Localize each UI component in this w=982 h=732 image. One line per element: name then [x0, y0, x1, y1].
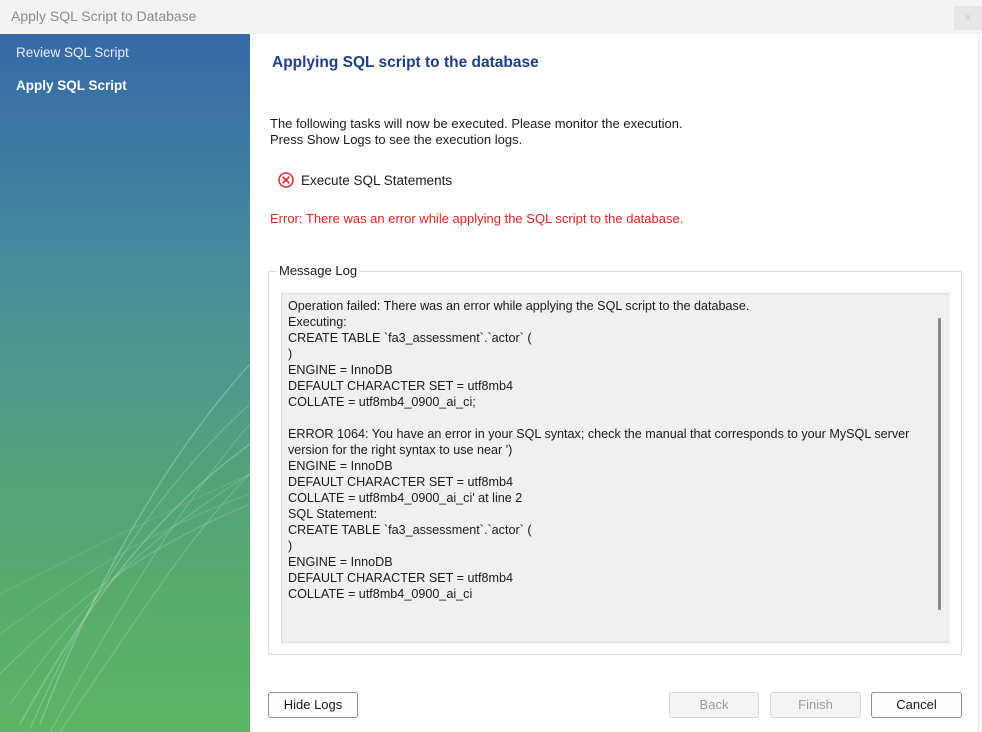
main-panel: Applying SQL script to the database The … — [250, 34, 978, 732]
window-title: Apply SQL Script to Database — [11, 8, 197, 24]
intro-text-line-2: Press Show Logs to see the execution log… — [270, 132, 523, 147]
message-log-legend: Message Log — [277, 263, 360, 278]
task-label: Execute SQL Statements — [301, 172, 453, 188]
sidebar-decoration — [0, 363, 250, 732]
title-bar: Apply SQL Script to Database × — [0, 0, 982, 34]
cancel-button[interactable]: Cancel — [871, 692, 962, 718]
message-log-textarea[interactable]: Operation failed: There was an error whi… — [281, 293, 950, 643]
message-log-text: Operation failed: There was an error whi… — [288, 299, 910, 601]
message-log-group: Message Log Operation failed: There was … — [268, 263, 962, 655]
close-button[interactable]: × — [954, 6, 982, 30]
log-scrollbar-thumb[interactable] — [938, 318, 941, 610]
intro-text-line-1: The following tasks will now be executed… — [270, 116, 683, 131]
window-right-edge — [978, 34, 982, 732]
hide-logs-button[interactable]: Hide Logs — [268, 692, 358, 718]
task-execute-sql-statements: Execute SQL Statements — [278, 171, 452, 189]
wizard-sidebar: Review SQL Script Apply SQL Script — [0, 34, 250, 732]
finish-button[interactable]: Finish — [770, 692, 861, 718]
apply-sql-dialog: Apply SQL Script to Database × Review SQ… — [0, 0, 982, 732]
back-button[interactable]: Back — [669, 692, 759, 718]
sidebar-item-review-sql-script: Review SQL Script — [16, 45, 129, 60]
page-title: Applying SQL script to the database — [272, 54, 539, 71]
log-scroll-track[interactable] — [928, 294, 950, 642]
error-message: Error: There was an error while applying… — [270, 211, 684, 226]
error-circle-icon — [278, 172, 294, 188]
sidebar-item-apply-sql-script: Apply SQL Script — [16, 78, 127, 93]
